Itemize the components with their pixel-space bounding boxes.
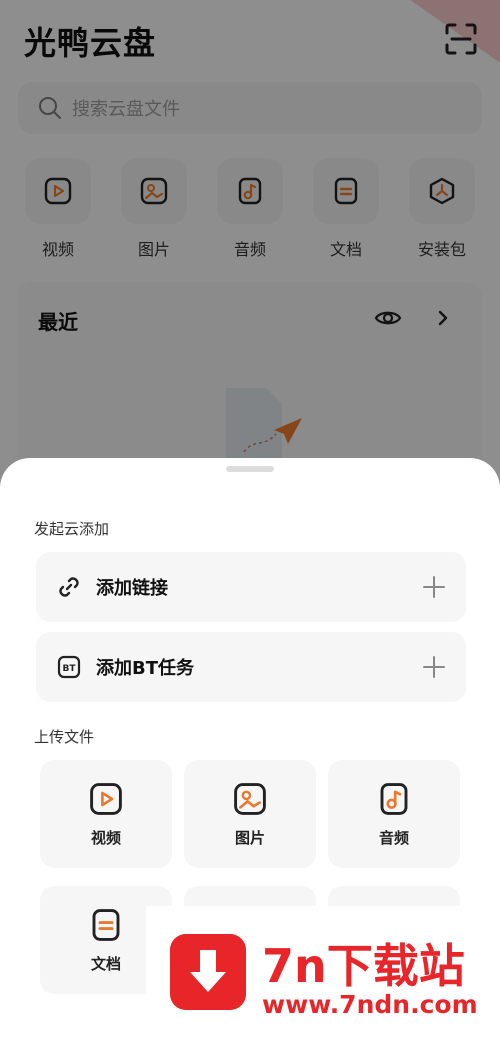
add-link-button[interactable]: 添加链接 xyxy=(36,552,466,622)
download-arrow-icon xyxy=(170,934,246,1010)
add-link-label: 添加链接 xyxy=(96,578,168,599)
plus-icon xyxy=(423,576,445,598)
cloud-add-section-label: 发起云添加 xyxy=(34,520,110,538)
upload-section-label: 上传文件 xyxy=(34,728,95,746)
watermark-title: 7n下载站 xyxy=(262,939,465,993)
image-icon xyxy=(234,782,266,815)
svg-text:BT: BT xyxy=(63,664,77,674)
document-icon xyxy=(92,908,120,941)
plus-icon xyxy=(423,656,445,678)
watermark-url: www.7ndn.com xyxy=(262,990,478,1019)
upload-image-button[interactable]: 图片 xyxy=(184,760,316,868)
add-bt-task-label: 添加BT任务 xyxy=(96,658,194,679)
upload-audio-button[interactable]: 音频 xyxy=(328,760,460,868)
audio-icon xyxy=(380,782,408,815)
upload-video-button[interactable]: 视频 xyxy=(40,760,172,868)
link-icon xyxy=(59,577,79,597)
bt-icon: BT xyxy=(57,655,81,679)
video-icon xyxy=(90,782,122,815)
sheet-drag-handle[interactable] xyxy=(226,466,274,472)
add-bt-task-button[interactable]: BT 添加BT任务 xyxy=(36,632,466,702)
